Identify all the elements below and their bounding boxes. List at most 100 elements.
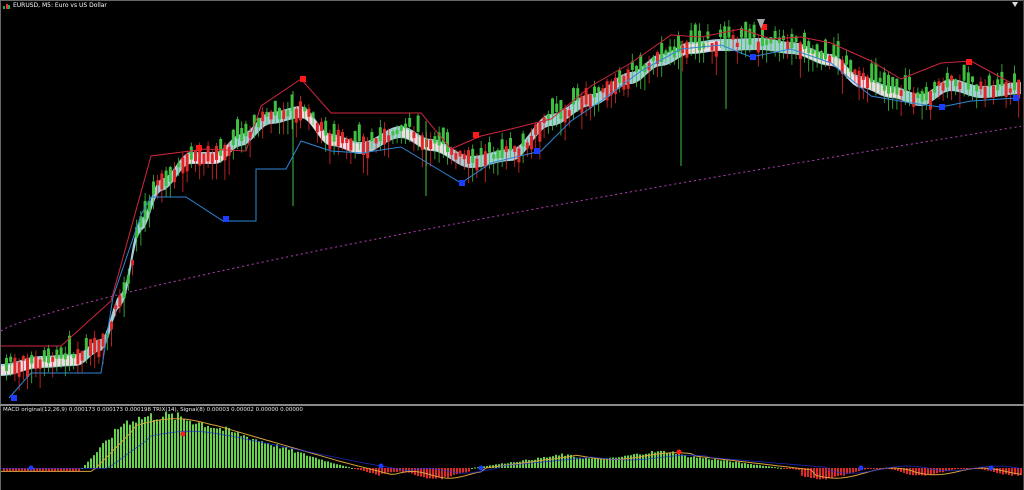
triangle-icon[interactable] — [1012, 2, 1018, 8]
macd-histogram-bar — [774, 467, 776, 469]
macd-histogram-bar — [156, 419, 158, 468]
macd-histogram-bar — [681, 454, 683, 468]
candle-body — [282, 110, 286, 120]
macd-histogram-bar — [687, 457, 689, 468]
macd-histogram-bar — [165, 411, 167, 468]
macd-histogram-bar — [573, 456, 575, 468]
macd-histogram-bar — [876, 468, 878, 469]
candle-body — [370, 132, 374, 142]
candle-body — [429, 140, 433, 150]
candle-body — [89, 339, 92, 356]
macd-histogram-bar — [228, 428, 230, 468]
macd-histogram-bar — [306, 455, 308, 468]
candle-body — [811, 49, 815, 54]
macd-histogram-bar — [363, 468, 365, 472]
macd-histogram-bar — [951, 468, 953, 470]
macd-histogram-bar — [285, 446, 287, 468]
candle-body — [710, 43, 714, 51]
macd-histogram-bar — [279, 448, 281, 468]
macd-histogram-bar — [720, 460, 722, 468]
candle-body — [525, 142, 529, 149]
macd-histogram-bar — [324, 461, 326, 468]
macd-histogram-bar — [732, 462, 734, 468]
macd-histogram-bar — [723, 460, 725, 468]
buy-signal-marker — [11, 395, 17, 401]
macd-histogram-bar — [855, 468, 857, 472]
candle-body — [177, 162, 181, 168]
candle-body — [76, 349, 80, 365]
macd-histogram-bar — [183, 418, 185, 468]
candle-body — [786, 41, 790, 50]
ma-ribbon-band — [1, 38, 1021, 376]
macd-histogram-bar — [246, 436, 248, 468]
chart-symbol-icon — [3, 3, 10, 9]
macd-histogram-bar — [273, 446, 275, 468]
macd-histogram-bar — [351, 468, 353, 469]
macd-histogram-bar — [867, 468, 869, 469]
macd-histogram-bar — [297, 451, 299, 468]
macd-histogram-bar — [936, 468, 938, 474]
candle-body — [496, 150, 500, 159]
candle-body — [332, 123, 336, 142]
candle-body — [954, 79, 958, 87]
macd-histogram-bar — [621, 456, 623, 468]
candle-body — [215, 145, 218, 160]
macd-histogram-bar — [312, 456, 314, 468]
macd-histogram-bar — [375, 468, 377, 475]
macd-histogram-bar — [429, 468, 431, 479]
macd-histogram-bar — [948, 468, 950, 471]
buy-signal-marker — [459, 180, 465, 186]
macd-histogram-bar — [690, 456, 692, 468]
candle-body — [475, 158, 479, 171]
candle-body — [572, 88, 575, 105]
candle-body — [454, 153, 458, 160]
macd-histogram-bar — [267, 443, 269, 468]
macd-histogram-bar — [519, 461, 521, 468]
price-chart[interactable] — [1, 1, 1023, 404]
macd-subwindow[interactable] — [1, 406, 1023, 490]
candle-body — [509, 137, 512, 151]
macd-histogram-bar — [465, 468, 467, 473]
macd-histogram-bar — [726, 460, 728, 468]
macd-histogram-bar — [729, 461, 731, 468]
macd-histogram-bar — [213, 427, 215, 468]
candle-body — [307, 108, 311, 117]
buy-signal-marker — [1013, 95, 1019, 101]
candle-body — [341, 132, 344, 144]
macd-cross-marker-blue — [378, 463, 384, 469]
candle-body — [189, 146, 193, 160]
candle-body — [160, 173, 164, 190]
candle-body — [59, 347, 63, 359]
support-step-line — [8, 44, 1017, 399]
macd-histogram-bar — [471, 468, 473, 469]
sell-signal-marker — [300, 76, 306, 82]
macd-histogram-bar — [345, 466, 347, 468]
candle-body — [42, 350, 46, 362]
macd-histogram-bar — [372, 468, 374, 474]
macd-histogram-bar — [336, 464, 338, 468]
macd-histogram-bar — [819, 468, 821, 480]
candle-body — [231, 129, 235, 146]
candle-body — [635, 65, 638, 72]
candle-body — [227, 146, 231, 156]
candle-body — [861, 73, 865, 80]
macd-histogram-bar — [996, 468, 998, 474]
candle-body — [702, 43, 706, 49]
candle-body — [257, 117, 260, 128]
candle-body — [752, 24, 756, 38]
macd-histogram-bar — [189, 420, 191, 468]
macd-histogram-bar — [201, 422, 203, 468]
candle-body — [244, 123, 248, 137]
macd-histogram-bar — [633, 454, 635, 468]
candle-body — [908, 76, 911, 90]
macd-histogram-bar — [786, 468, 788, 469]
macd-histogram-bar — [357, 468, 359, 470]
macd-histogram-bar — [549, 456, 551, 468]
macd-histogram-bar — [870, 468, 872, 469]
macd-histogram-bar — [864, 468, 866, 470]
candle-body — [761, 29, 764, 46]
macd-histogram-bar — [558, 455, 560, 468]
chart-window: EURUSD, M5: Euro vs US Dollar MACD origi… — [0, 0, 1024, 490]
macd-histogram-bar — [252, 438, 254, 468]
macd-histogram-bar — [711, 459, 713, 468]
